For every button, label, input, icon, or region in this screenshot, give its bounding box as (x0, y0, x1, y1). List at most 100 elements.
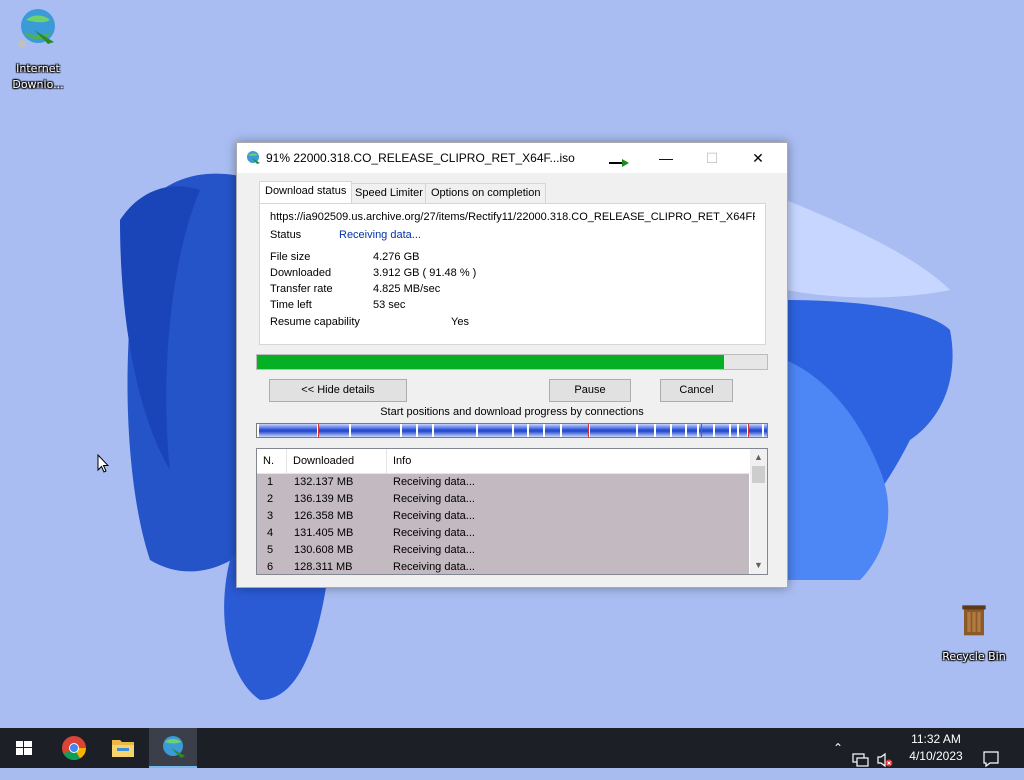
taskbar: ⌃ 11:32 AM 4/10/2023 (0, 728, 1024, 768)
list-item[interactable]: 5 130.608 MB Receiving data... (257, 542, 749, 559)
tab-options-on-completion[interactable]: Options on completion (425, 183, 547, 203)
connection-start-marker (512, 424, 514, 437)
download-progress-window: 91% 22000.318.CO_RELEASE_CLIPRO_RET_X64F… (236, 142, 788, 588)
scroll-thumb[interactable] (752, 466, 765, 483)
list-item[interactable]: 2 136.139 MB Receiving data... (257, 491, 749, 508)
tab-download-status[interactable]: Download status (259, 181, 353, 203)
row-number: 2 (267, 493, 274, 505)
scroll-down-icon[interactable]: ▼ (750, 557, 767, 574)
minimize-button[interactable]: — (643, 143, 689, 173)
row-downloaded: 131.405 MB (294, 527, 354, 539)
connection-error-marker (318, 424, 319, 437)
window-titlebar[interactable]: 91% 22000.318.CO_RELEASE_CLIPRO_RET_X64F… (237, 143, 787, 173)
row-downloaded: 128.311 MB (294, 561, 353, 573)
connections-list-header: N. Downloaded Info (257, 449, 749, 474)
taskbar-file-explorer[interactable] (99, 728, 147, 768)
connection-error-marker (588, 424, 589, 437)
row-number: 3 (267, 510, 274, 522)
resume-capability-value: Yes (451, 316, 469, 328)
clock-date: 4/10/2023 (909, 749, 963, 763)
status-value: Receiving data... (339, 229, 421, 241)
file-size-label: File size (270, 251, 311, 263)
maximize-button[interactable]: ☐ (689, 143, 735, 173)
row-number: 5 (267, 544, 274, 556)
network-icon[interactable] (852, 740, 870, 780)
desktop-icon-recycle-bin[interactable]: Recycle Bin (939, 602, 1009, 665)
volume-muted-icon[interactable] (876, 740, 894, 780)
windows-start-icon (16, 741, 32, 755)
connection-start-marker (713, 424, 715, 437)
idm-globe-icon (18, 9, 55, 48)
row-number: 1 (267, 476, 274, 488)
connection-start-marker (416, 424, 418, 437)
taskbar-chrome[interactable] (50, 728, 98, 768)
status-label: Status (270, 229, 302, 241)
list-item[interactable]: 1 132.137 MB Receiving data... (257, 474, 749, 491)
connection-start-marker (670, 424, 672, 437)
list-item[interactable]: 3 126.358 MB Receiving data... (257, 508, 749, 525)
row-downloaded: 130.608 MB (294, 544, 354, 556)
transfer-rate-label: Transfer rate (270, 283, 333, 295)
taskbar-idm[interactable] (149, 728, 197, 768)
row-info: Receiving data... (393, 544, 475, 556)
desktop-icon-idm[interactable]: Internet Downlo... (3, 6, 73, 93)
connection-error-marker (701, 424, 702, 437)
taskbar-clock[interactable]: 11:32 AM 4/10/2023 (896, 731, 976, 765)
list-item[interactable]: 6 128.311 MB Receiving data... (257, 559, 749, 574)
tab-speed-limiter[interactable]: Speed Limiter (349, 183, 429, 203)
row-info: Receiving data... (393, 493, 475, 505)
row-number: 6 (267, 561, 274, 573)
connection-start-marker (560, 424, 562, 437)
downloaded-value: 3.912 GB ( 91.48 % ) (373, 267, 477, 279)
list-item[interactable]: 4 131.405 MB Receiving data... (257, 525, 749, 542)
connections-list[interactable]: N. Downloaded Info 1 132.137 MB Receivin… (256, 448, 768, 575)
notification-center-icon[interactable] (982, 739, 1000, 779)
row-info: Receiving data... (393, 561, 475, 573)
transfer-rate-value: 4.825 MB/sec (373, 283, 441, 295)
connections-label: Start positions and download progress by… (380, 406, 644, 418)
idm-app-icon (247, 151, 260, 164)
row-downloaded: 132.137 MB (294, 476, 354, 488)
connection-start-marker (400, 424, 402, 437)
resume-capability-label: Resume capability (270, 316, 360, 328)
connection-start-marker (737, 424, 739, 437)
pause-button[interactable]: Pause (549, 379, 631, 402)
download-status-panel: https://ia902509.us.archive.org/27/items… (259, 203, 766, 345)
connections-list-body: 1 132.137 MB Receiving data... 2 136.139… (257, 474, 749, 574)
mouse-cursor-icon (97, 454, 109, 473)
connection-start-marker (762, 424, 764, 437)
connection-start-marker (654, 424, 656, 437)
connection-start-marker (697, 424, 699, 437)
desktop-icon-recycle-bin-label: Recycle Bin (942, 650, 1006, 663)
connection-start-marker (349, 424, 351, 437)
row-downloaded: 136.139 MB (294, 493, 354, 505)
file-size-value: 4.276 GB (373, 251, 420, 263)
start-button[interactable] (0, 728, 48, 768)
connection-start-marker (729, 424, 731, 437)
hide-details-button[interactable]: << Hide details (269, 379, 407, 402)
download-url: https://ia902509.us.archive.org/27/items… (270, 211, 755, 223)
show-hidden-icons-chevron-icon[interactable]: ⌃ (830, 728, 846, 768)
time-left-label: Time left (270, 299, 312, 311)
list-vertical-scrollbar[interactable]: ▲ ▼ (750, 449, 767, 574)
idm-icon (163, 736, 185, 758)
download-progress-bar (256, 354, 768, 370)
connection-start-marker (432, 424, 434, 437)
row-info: Receiving data... (393, 476, 475, 488)
desktop-icon-idm-label-1: Internet (16, 62, 60, 75)
close-button[interactable]: ✕ (735, 143, 781, 173)
connection-start-marker (685, 424, 687, 437)
scroll-up-icon[interactable]: ▲ (750, 449, 767, 466)
download-arrow-icon (609, 159, 629, 167)
download-progress-fill (257, 355, 724, 369)
column-header-downloaded[interactable]: Downloaded (287, 449, 387, 473)
clock-time: 11:32 AM (911, 732, 961, 746)
column-header-n[interactable]: N. (257, 449, 287, 473)
column-header-info[interactable]: Info (387, 449, 749, 473)
connection-start-marker (543, 424, 545, 437)
row-info: Receiving data... (393, 527, 475, 539)
row-number: 4 (267, 527, 274, 539)
window-title: 91% 22000.318.CO_RELEASE_CLIPRO_RET_X64F… (266, 151, 575, 165)
cancel-button[interactable]: Cancel (660, 379, 733, 402)
connection-start-marker (476, 424, 478, 437)
